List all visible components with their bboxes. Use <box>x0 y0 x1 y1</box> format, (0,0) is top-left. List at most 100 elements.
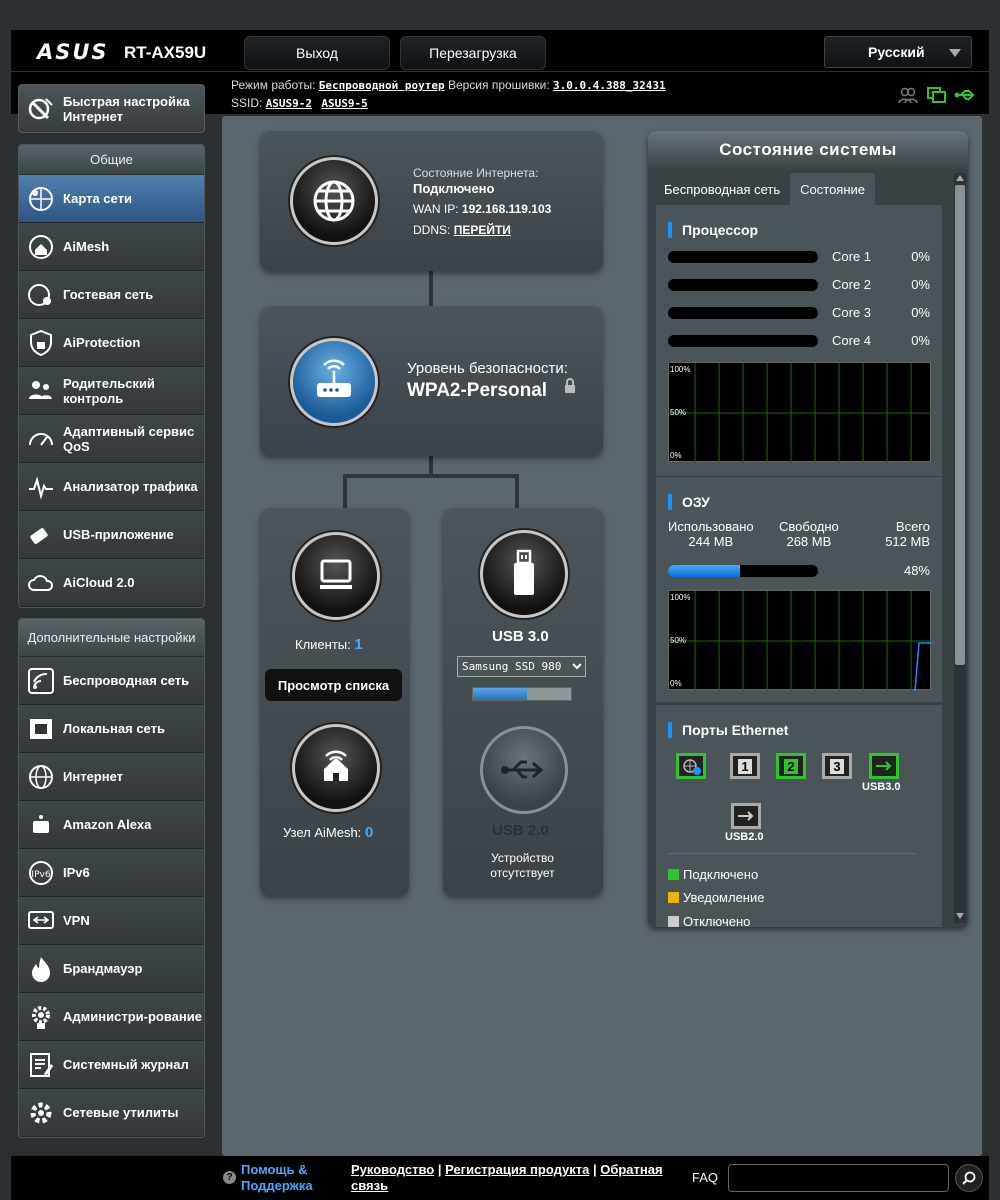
sidebar-general-item-1[interactable]: AiMesh <box>19 223 204 271</box>
legend-warning-label: Уведомление <box>683 890 765 905</box>
wan-ip-value: 192.168.119.103 <box>461 202 552 216</box>
internet-status-icon[interactable] <box>926 86 946 104</box>
sidebar-general-item-4[interactable]: Родительский контроль <box>19 367 204 415</box>
faq-search-input[interactable] <box>728 1164 949 1192</box>
globe-icon[interactable] <box>290 157 378 245</box>
firmware-link[interactable]: 3.0.0.4.388_32431 <box>553 79 666 92</box>
clients-count: 1 <box>354 636 363 653</box>
mode-link[interactable]: Беспроводной роутер <box>319 79 445 92</box>
sidebar-general-item-6[interactable]: Анализатор трафика <box>19 463 204 511</box>
admin-gear-icon <box>25 1001 57 1033</box>
legend-warning: Уведомление <box>668 890 764 905</box>
sidebar-general-item-0[interactable]: Карта сети <box>19 175 204 223</box>
ssid-5g-link[interactable]: ASUS9-5 <box>321 97 367 110</box>
sidebar-advanced-item-7[interactable]: Администри-рование <box>19 993 204 1041</box>
tab-wireless[interactable]: Беспроводная сеть <box>654 173 790 205</box>
cpu-core-percent: 0% <box>911 249 930 264</box>
registration-link[interactable]: Регистрация продукта <box>445 1162 589 1177</box>
system-panel-scrollbar[interactable] <box>954 173 966 923</box>
sidebar-advanced-item-2[interactable]: Интернет <box>19 753 204 801</box>
lan-port-2[interactable]: 2 <box>776 753 806 779</box>
ddns-label: DDNS: <box>413 223 451 237</box>
sidebar-advanced-item-4[interactable]: IPv6 IPv6 <box>19 849 204 897</box>
cpu-section: Процессор Core 1 0% Core 2 0% Core 3 0% Core 4… <box>656 205 942 479</box>
ram-used: Использовано 244 MB <box>668 519 754 549</box>
usb-status-icon[interactable] <box>954 86 975 104</box>
sidebar-general-item-8[interactable]: AiCloud 2.0 <box>19 559 204 607</box>
sidebar-advanced-item-5[interactable]: VPN <box>19 897 204 945</box>
sidebar-advanced-item-9[interactable]: Сетевые утилиты <box>19 1089 204 1137</box>
clients-status-icon[interactable] <box>898 86 918 104</box>
help-support-link[interactable]: Помощь & Поддержка <box>241 1162 331 1194</box>
ssid-2g-link[interactable]: ASUS9-2 <box>266 97 312 110</box>
manual-link[interactable]: Руководство <box>351 1162 434 1177</box>
router-icon[interactable] <box>290 338 378 426</box>
ram-title: ОЗУ <box>668 494 710 510</box>
system-status-title: Состояние системы <box>648 131 968 169</box>
sidebar-item-label: Администри-рование <box>63 1009 202 1024</box>
view-client-list-button[interactable]: Просмотр списка <box>265 669 402 701</box>
quick-internet-setup[interactable]: Быстрая настройка Интернет <box>18 84 205 133</box>
usb2-icon[interactable] <box>480 726 568 814</box>
sidebar-advanced-item-6[interactable]: Брандмауэр <box>19 945 204 993</box>
legend-disconnected: Отключено <box>668 914 750 927</box>
sidebar-general-item-3[interactable]: AiProtection <box>19 319 204 367</box>
scroll-up-icon[interactable] <box>956 175 964 181</box>
help-icon: ? <box>223 1171 236 1184</box>
usb-drive-icon[interactable] <box>480 530 568 618</box>
clients-row: Клиенты: 1 <box>295 636 363 653</box>
ram-free: Свободно 268 MB <box>779 519 839 549</box>
vpn-icon <box>25 905 57 937</box>
security-value: WPA2-Personal <box>407 380 548 401</box>
internet-status-value: Подключено <box>413 181 495 196</box>
sidebar-general-item-7[interactable]: USB-приложение <box>19 511 204 559</box>
ssid-label: SSID: <box>231 96 263 110</box>
system-tabs: Беспроводная сеть Состояние <box>648 169 968 205</box>
scroll-down-icon[interactable] <box>956 913 964 919</box>
alexa-icon <box>25 809 57 841</box>
sidebar-item-label: AiProtection <box>63 335 141 350</box>
language-select[interactable]: Русский <box>824 36 972 68</box>
clients-icon[interactable] <box>292 532 380 620</box>
cpu-graph-50: 50% <box>670 408 687 417</box>
cpu-core-label: Core 2 <box>832 277 872 292</box>
aimesh-label: Узел AiMesh: <box>283 825 362 840</box>
firewall-icon <box>25 953 57 985</box>
search-icon[interactable] <box>955 1164 983 1192</box>
lan-port-3[interactable]: 3 <box>822 753 852 779</box>
usb2-label: USB 2.0 <box>492 822 549 839</box>
sidebar-item-label: IPv6 <box>63 865 90 880</box>
usb3-port-label: USB3.0 <box>862 781 901 793</box>
usb3-port-icon[interactable] <box>869 753 899 779</box>
usb2-status: Устройство отсутствует <box>490 851 555 880</box>
internet-status-label: Состояние Интернета: <box>413 166 539 180</box>
wan-port-icon[interactable] <box>676 753 706 779</box>
scrollbar-thumb[interactable] <box>955 185 965 665</box>
sidebar-general-item-5[interactable]: Адаптивный сервис QoS <box>19 415 204 463</box>
usb2-port-icon[interactable] <box>731 803 761 829</box>
cloud-icon <box>25 567 57 599</box>
model-name: RT-AX59U <box>124 43 207 62</box>
sidebar-advanced-item-1[interactable]: Локальная сеть <box>19 705 204 753</box>
sidebar-advanced-item-3[interactable]: Amazon Alexa <box>19 801 204 849</box>
sidebar-item-label: Интернет <box>63 769 124 784</box>
shield-lock-icon <box>25 327 57 359</box>
lan-port-1[interactable]: 1 <box>730 753 760 779</box>
connector-line <box>343 474 347 510</box>
logout-button[interactable]: Выход <box>244 36 390 70</box>
tab-status[interactable]: Состояние <box>790 173 876 205</box>
legend-swatch <box>668 869 679 880</box>
security-label: Уровень безопасности: <box>407 360 568 377</box>
reboot-button[interactable]: Перезагрузка <box>400 36 546 70</box>
sidebar-general-item-2[interactable]: Гостевая сеть <box>19 271 204 319</box>
sidebar-item-label: Брандмауэр <box>63 961 143 976</box>
usb2-port-label: USB2.0 <box>725 831 764 843</box>
cpu-graph: 100% 50% 0% <box>668 362 932 463</box>
sidebar-advanced-item-0[interactable]: Беспроводная сеть <box>19 657 204 705</box>
ddns-link[interactable]: ПЕРЕЙТИ <box>454 223 511 237</box>
aimesh-node-icon[interactable] <box>292 724 380 812</box>
ram-total: Всего 512 MB <box>885 519 930 549</box>
usb3-device-select[interactable]: Samsung SSD 980 <box>457 656 586 677</box>
language-label: Русский <box>868 44 925 60</box>
sidebar-advanced-item-8[interactable]: Системный журнал <box>19 1041 204 1089</box>
